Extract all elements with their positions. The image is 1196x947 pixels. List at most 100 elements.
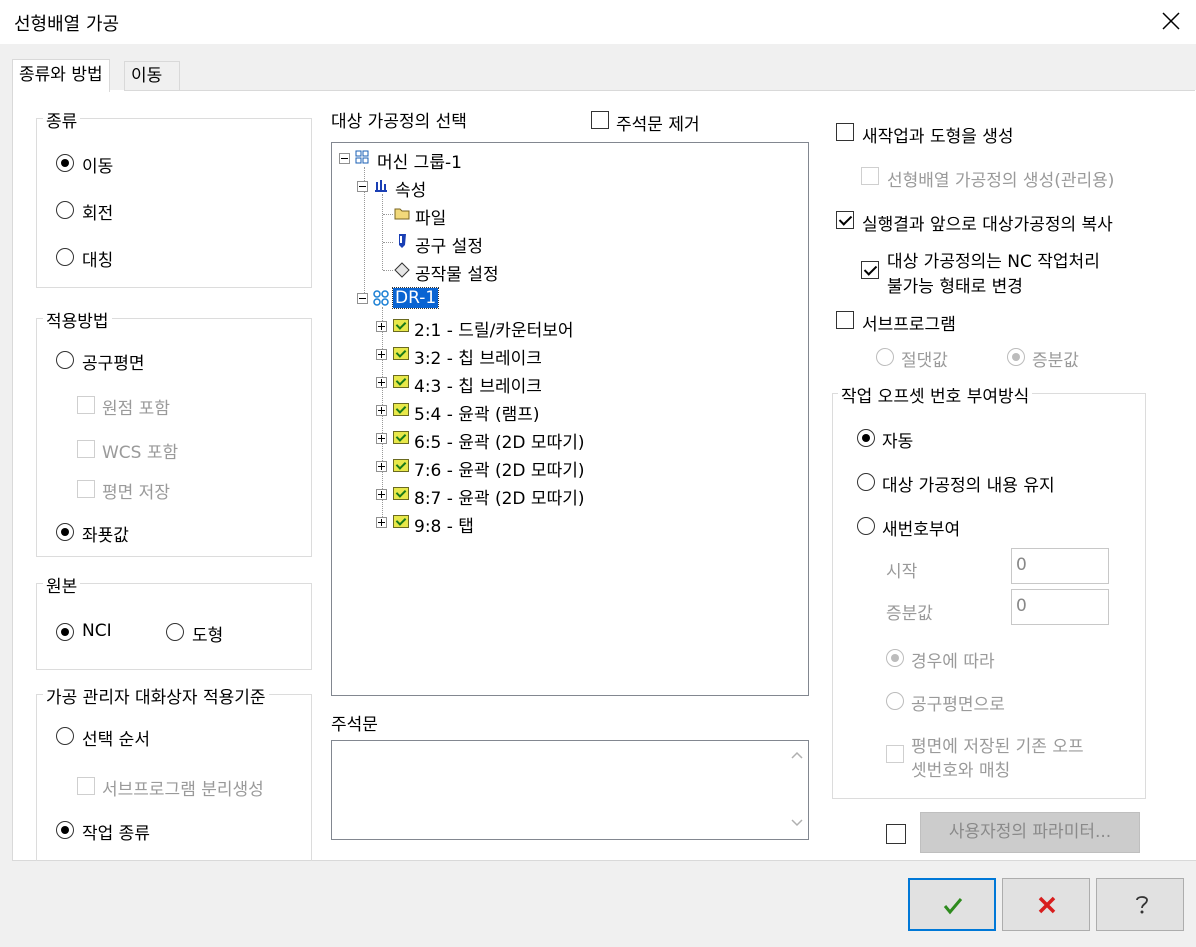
- op-type-label: 작업 종류: [82, 824, 150, 844]
- toolpath-group-icon: [373, 290, 389, 306]
- offset-auto-label: 자동: [882, 432, 914, 452]
- remove-comment-checkbox[interactable]: [591, 111, 609, 129]
- operation-tree[interactable]: [331, 142, 809, 696]
- tree-item-stock-setup[interactable]: 공작물 설정: [415, 260, 499, 285]
- type-rotate-radio[interactable]: [56, 201, 74, 219]
- increment-input[interactable]: 0: [1011, 589, 1109, 625]
- wcs-checkbox[interactable]: [77, 440, 95, 458]
- ok-button[interactable]: [908, 878, 996, 931]
- tool-plane-label: 공구평면: [82, 354, 145, 374]
- operation-icon: [393, 515, 409, 528]
- tree-item-operation[interactable]: 4:3 - 칩 브레이크: [414, 372, 542, 397]
- tree-item-operation[interactable]: 5:4 - 윤곽 (램프): [414, 400, 540, 425]
- offset-group-label: 작업 오프셋 번호 부여방식: [838, 382, 1033, 407]
- origin-label: 원점 포함: [102, 399, 170, 419]
- nci-label: NCI: [82, 621, 112, 641]
- operation-icon: [393, 431, 409, 444]
- coords-radio[interactable]: [56, 523, 74, 541]
- tree-expand-op[interactable]: [376, 377, 387, 388]
- machine-group-icon: [355, 150, 369, 164]
- tree-collapse-machine[interactable]: [339, 153, 350, 164]
- close-icon: [1162, 12, 1180, 30]
- copy-source-checkbox[interactable]: [836, 211, 854, 229]
- operation-icon: [393, 487, 409, 500]
- tool-icon: [399, 234, 406, 248]
- geometry-label: 도형: [192, 626, 224, 646]
- match-offset-checkbox[interactable]: [886, 745, 904, 763]
- subprog-split-checkbox[interactable]: [77, 777, 95, 795]
- offset-keep-radio[interactable]: [857, 473, 875, 491]
- tree-item-files[interactable]: 파일: [415, 204, 446, 229]
- help-button[interactable]: [1096, 878, 1184, 931]
- tree-expand-op[interactable]: [376, 405, 387, 416]
- scroll-up-icon[interactable]: [791, 751, 803, 759]
- tree-expand-op[interactable]: [376, 349, 387, 360]
- origin-checkbox[interactable]: [77, 396, 95, 414]
- tree-expand-op[interactable]: [376, 321, 387, 332]
- tree-item-operation[interactable]: 8:7 - 윤곽 (2D 모따기): [414, 484, 584, 509]
- select-order-label: 선택 순서: [82, 730, 150, 750]
- operation-icon: [393, 375, 409, 388]
- disable-source-label-1: 대상 가공정의는 NC 작업처리: [887, 252, 1100, 272]
- tree-expand-op[interactable]: [376, 461, 387, 472]
- increment-label: 증분값: [886, 604, 933, 624]
- window-title: 선형배열 가공: [14, 14, 120, 35]
- tree-item-machine-group[interactable]: 머신 그룹-1: [377, 148, 462, 173]
- absolute-label: 절댓값: [901, 351, 948, 371]
- create-manager-op-checkbox[interactable]: [861, 167, 879, 185]
- offset-keep-label: 대상 가공정의 내용 유지: [882, 476, 1055, 496]
- new-op-geo-checkbox[interactable]: [836, 123, 854, 141]
- comment-textarea[interactable]: [331, 740, 809, 840]
- tree-expand-op[interactable]: [376, 489, 387, 500]
- title-bar: [0, 0, 1196, 44]
- type-move-radio[interactable]: [56, 154, 74, 172]
- tree-item-dr1[interactable]: DR-1: [391, 287, 440, 309]
- tree-collapse-dr1[interactable]: [357, 293, 368, 304]
- start-input[interactable]: 0: [1011, 548, 1109, 584]
- wcs-label: WCS 포함: [102, 443, 179, 463]
- absolute-radio[interactable]: [876, 348, 894, 366]
- manager-group-label: 가공 관리자 대화상자 적용기준: [43, 683, 269, 708]
- comment-scrollbar[interactable]: [787, 741, 807, 837]
- tree-collapse-properties[interactable]: [357, 181, 368, 192]
- nci-radio[interactable]: [56, 623, 74, 641]
- scroll-down-icon[interactable]: [791, 819, 803, 827]
- tree-item-properties[interactable]: 속성: [395, 176, 426, 201]
- disable-source-checkbox[interactable]: [861, 261, 879, 279]
- subprogram-checkbox[interactable]: [836, 311, 854, 329]
- tree-item-operation[interactable]: 9:8 - 탭: [414, 512, 474, 537]
- offset-renumber-radio[interactable]: [857, 517, 875, 535]
- incremental-radio[interactable]: [1007, 348, 1025, 366]
- subprogram-label: 서브프로그램: [862, 315, 956, 335]
- method-group-label: 적용방법: [43, 307, 112, 332]
- tree-item-tool-settings[interactable]: 공구 설정: [415, 232, 483, 257]
- close-button[interactable]: [1156, 6, 1186, 36]
- save-plane-checkbox[interactable]: [77, 480, 95, 498]
- op-type-radio[interactable]: [56, 821, 74, 839]
- per-case-label: 경우에 따라: [911, 652, 995, 672]
- subprog-split-label: 서브프로그램 분리생성: [102, 780, 264, 800]
- new-op-geo-label: 새작업과 도형을 생성: [862, 127, 1014, 147]
- custom-params-button[interactable]: 사용자정의 파라미터...: [920, 812, 1140, 853]
- offset-auto-radio[interactable]: [857, 429, 875, 447]
- tree-item-operation[interactable]: 7:6 - 윤곽 (2D 모따기): [414, 456, 584, 481]
- tab-move[interactable]: 이동: [124, 61, 180, 90]
- type-mirror-radio[interactable]: [56, 248, 74, 266]
- target-label: 대상 가공정의 선택: [331, 112, 467, 132]
- cancel-button[interactable]: [1002, 878, 1090, 931]
- tool-plane-radio[interactable]: [56, 351, 74, 369]
- type-rotate-label: 회전: [82, 204, 114, 224]
- tree-expand-op[interactable]: [376, 517, 387, 528]
- tree-item-operation[interactable]: 3:2 - 칩 브레이크: [414, 344, 542, 369]
- geometry-radio[interactable]: [166, 623, 184, 641]
- folder-icon: [394, 208, 410, 220]
- custom-params-checkbox[interactable]: [886, 824, 906, 844]
- tab-type-method[interactable]: 종류와 방법: [12, 59, 110, 92]
- select-order-radio[interactable]: [56, 727, 74, 745]
- per-case-radio[interactable]: [886, 649, 904, 667]
- tree-item-operation[interactable]: 6:5 - 윤곽 (2D 모따기): [414, 428, 584, 453]
- tree-expand-op[interactable]: [376, 433, 387, 444]
- source-group-label: 원본: [43, 572, 81, 597]
- tree-item-operation[interactable]: 2:1 - 드릴/카운터보어: [414, 316, 574, 341]
- by-tool-plane-radio[interactable]: [886, 692, 904, 710]
